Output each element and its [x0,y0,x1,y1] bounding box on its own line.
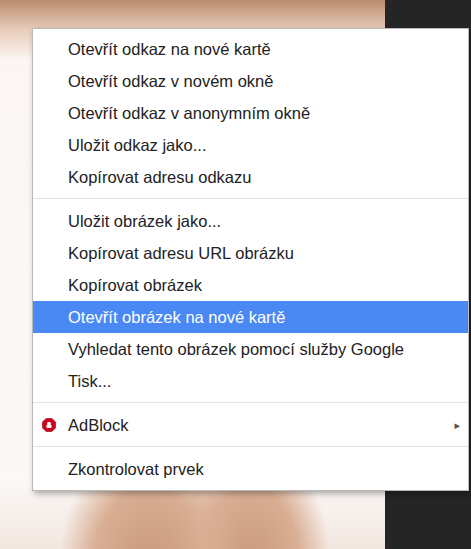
menu-item[interactable]: Vyhledat tento obrázek pomocí služby Goo… [33,333,468,365]
menu-item-label: Kopírovat obrázek [68,276,460,295]
context-menu: Otevřít odkaz na nové kartě Otevřít odka… [32,28,469,491]
menu-item[interactable]: Otevřít odkaz v anonymním okně [33,97,468,129]
menu-item[interactable]: Otevřít odkaz na nové kartě [33,33,468,65]
menu-item-label: Zkontrolovat prvek [68,460,460,479]
menu-item-label: Tisk... [68,372,460,391]
submenu-arrow-icon: ▸ [454,419,460,432]
menu-item-label: Kopírovat adresu odkazu [68,168,460,187]
menu-item[interactable]: Uložit obrázek jako... [33,205,468,237]
menu-item[interactable]: Kopírovat adresu URL obrázku [33,237,468,269]
menu-item-label: Otevřít odkaz v novém okně [68,72,460,91]
menu-item-label: AdBlock [68,416,446,435]
menu-item[interactable]: Uložit odkaz jako... [33,129,468,161]
menu-separator [33,402,468,403]
menu-item[interactable]: Otevřít odkaz v novém okně [33,65,468,97]
menu-item-label: Kopírovat adresu URL obrázku [68,244,460,263]
menu-separator [33,198,468,199]
menu-item-label: Otevřít odkaz na nové kartě [68,40,460,59]
menu-item-label: Uložit odkaz jako... [68,136,460,155]
menu-separator [33,446,468,447]
screen: Otevřít odkaz na nové kartě Otevřít odka… [0,0,471,549]
menu-item-label: Uložit obrázek jako... [68,212,460,231]
menu-item[interactable]: Zkontrolovat prvek [33,453,468,485]
menu-item[interactable]: Tisk... [33,365,468,397]
menu-item-label: Otevřít odkaz v anonymním okně [68,104,460,123]
menu-item-label: Otevřít obrázek na nové kartě [68,308,460,327]
menu-item[interactable]: Otevřít obrázek na nové kartě [33,301,468,333]
menu-item-label: Vyhledat tento obrázek pomocí služby Goo… [68,340,460,359]
menu-item[interactable]: AdBlock ▸ [33,409,468,441]
menu-item[interactable]: Kopírovat obrázek [33,269,468,301]
menu-item[interactable]: Kopírovat adresu odkazu [33,161,468,193]
adblock-icon [42,418,56,432]
